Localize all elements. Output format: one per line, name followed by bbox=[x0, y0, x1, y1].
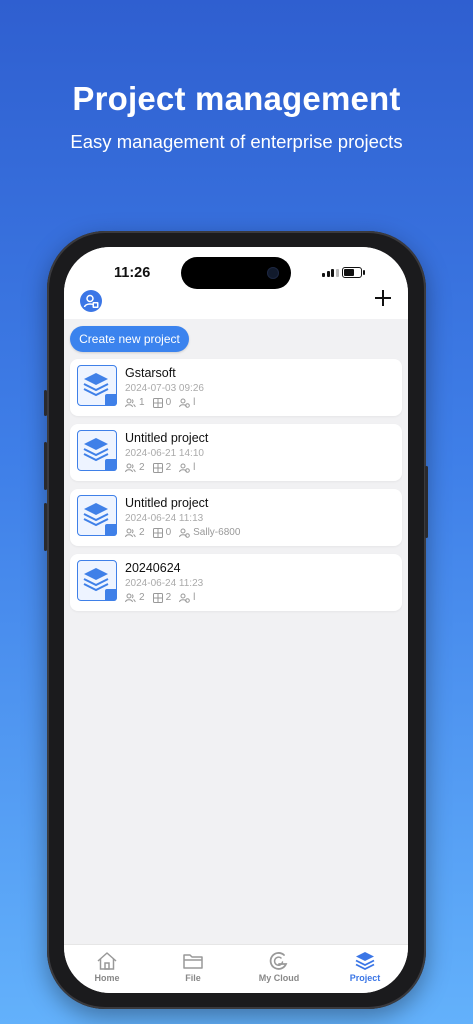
phone-action-button bbox=[44, 390, 47, 416]
members-count: 2 bbox=[139, 462, 145, 473]
project-meta: 2 2 l bbox=[125, 462, 203, 473]
home-icon bbox=[97, 952, 117, 970]
project-card[interactable]: Untitled project 2024-06-21 14:10 2 2 l bbox=[70, 424, 402, 481]
files-count: 0 bbox=[165, 527, 172, 538]
tab-file[interactable]: File bbox=[150, 945, 236, 993]
plus-icon[interactable] bbox=[372, 287, 394, 309]
tab-project-label: Project bbox=[349, 973, 381, 983]
camera-icon bbox=[267, 267, 279, 279]
project-meta: 1 0 l bbox=[125, 397, 203, 408]
phone-volume-down-button bbox=[44, 503, 47, 551]
signal-icon bbox=[322, 269, 339, 277]
create-project-button[interactable]: Create new project bbox=[70, 326, 189, 352]
enterprise-badge-icon bbox=[105, 459, 117, 471]
project-thumbnail-icon bbox=[77, 495, 117, 536]
project-card[interactable]: Gstarsoft 2024-07-03 09:26 1 0 l bbox=[70, 359, 402, 416]
project-meta: 2 0 Sally-6800 bbox=[125, 527, 248, 538]
project-name: Gstarsoft bbox=[125, 366, 176, 380]
phone-power-button bbox=[425, 466, 428, 538]
battery-icon bbox=[342, 267, 365, 278]
members-icon bbox=[125, 528, 136, 537]
dynamic-island bbox=[181, 257, 291, 289]
enterprise-badge-icon bbox=[105, 589, 117, 601]
project-card[interactable]: Untitled project 2024-06-24 11:13 2 0 Sa… bbox=[70, 489, 402, 546]
project-card[interactable]: 20240624 2024-06-24 11:23 2 2 l bbox=[70, 554, 402, 611]
owner-icon bbox=[179, 398, 190, 408]
owner-icon bbox=[179, 528, 190, 538]
project-meta: 2 2 l bbox=[125, 592, 203, 603]
project-date: 2024-06-21 14:10 bbox=[125, 448, 204, 459]
owner-icon bbox=[179, 463, 190, 473]
tab-my-cloud-label: My Cloud bbox=[258, 973, 300, 983]
project-date: 2024-06-24 11:23 bbox=[125, 578, 204, 589]
files-icon bbox=[152, 592, 163, 603]
app-screen: 11:26 Create new project Gstarsoft 2024-… bbox=[64, 247, 408, 993]
members-icon bbox=[125, 463, 136, 472]
status-time: 11:26 bbox=[114, 265, 151, 281]
tab-home-label: Home bbox=[94, 973, 120, 983]
files-icon bbox=[152, 462, 163, 473]
files-count: 2 bbox=[165, 462, 172, 473]
owner-icon bbox=[179, 593, 190, 603]
members-count: 2 bbox=[139, 527, 145, 538]
members-icon bbox=[125, 398, 136, 407]
owner-name: l bbox=[193, 462, 196, 473]
project-thumbnail-icon bbox=[77, 430, 117, 471]
tab-project[interactable]: Project bbox=[322, 945, 408, 993]
promo-subtitle: Easy management of enterprise projects bbox=[70, 131, 403, 152]
project-date: 2024-07-03 09:26 bbox=[125, 383, 204, 394]
cloud-g-icon bbox=[269, 952, 288, 970]
enterprise-badge-icon bbox=[105, 394, 117, 406]
user-avatar-icon[interactable] bbox=[80, 290, 102, 312]
project-date: 2024-06-24 11:13 bbox=[125, 513, 204, 524]
layers-icon bbox=[355, 952, 375, 971]
project-name: 20240624 bbox=[125, 561, 181, 575]
folder-icon bbox=[183, 954, 203, 969]
status-bar: 11:26 bbox=[64, 247, 408, 319]
phone-volume-up-button bbox=[44, 442, 47, 490]
project-name: Untitled project bbox=[125, 431, 209, 445]
files-icon bbox=[152, 527, 163, 538]
tab-my-cloud[interactable]: My Cloud bbox=[236, 945, 322, 993]
project-name: Untitled project bbox=[125, 496, 209, 510]
tab-file-label: File bbox=[185, 973, 201, 983]
files-count: 0 bbox=[165, 397, 172, 408]
members-icon bbox=[125, 593, 136, 602]
project-thumbnail-icon bbox=[77, 560, 117, 601]
tab-home[interactable]: Home bbox=[64, 945, 150, 993]
promo-title: Project management bbox=[72, 80, 401, 117]
project-list: Gstarsoft 2024-07-03 09:26 1 0 l Untitle… bbox=[70, 359, 402, 619]
owner-name: l bbox=[193, 592, 196, 603]
members-count: 2 bbox=[139, 592, 145, 603]
files-icon bbox=[152, 397, 163, 408]
members-count: 1 bbox=[139, 397, 145, 408]
enterprise-badge-icon bbox=[105, 524, 117, 536]
owner-name: l bbox=[193, 397, 196, 408]
files-count: 2 bbox=[165, 592, 172, 603]
owner-name: Sally-6800 bbox=[193, 527, 241, 538]
bottom-tab-bar: Home File My Cloud Project bbox=[64, 944, 408, 993]
project-thumbnail-icon bbox=[77, 365, 117, 406]
